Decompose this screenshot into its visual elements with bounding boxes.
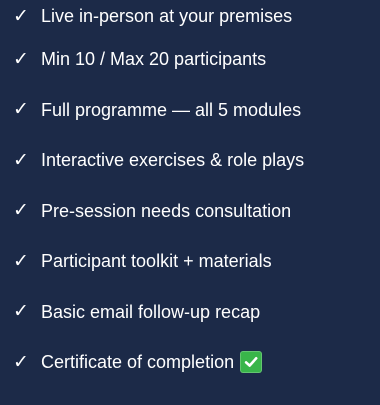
checkmark-icon: ✓ (13, 249, 29, 272)
feature-panel: ✓ Live in-person at your premises ✓ Min … (0, 0, 380, 405)
feature-label: Interactive exercises & role plays (41, 150, 305, 171)
feature-item-email-follow-up: ✓ Basic email follow-up recap (9, 287, 380, 338)
feature-item-live-in-person: ✓ Live in-person at your premises (9, 0, 380, 34)
green-checkbox-icon (240, 351, 263, 374)
feature-label: Certificate of completion (41, 352, 235, 373)
feature-label: Pre-session needs consultation (41, 200, 292, 221)
checkmark-icon: ✓ (13, 300, 29, 323)
checkmark-icon: ✓ (13, 350, 29, 373)
checkmark-icon: ✓ (13, 199, 29, 222)
checkmark-icon: ✓ (13, 5, 29, 27)
checkmark-icon: ✓ (13, 47, 29, 70)
feature-label: Full programme — all 5 modules (41, 99, 302, 120)
feature-item-needs-consultation: ✓ Pre-session needs consultation (9, 186, 380, 237)
feature-label: Live in-person at your premises (41, 6, 293, 26)
feature-label: Participant toolkit + materials (41, 251, 272, 272)
feature-label: Basic email follow-up recap (41, 301, 261, 322)
feature-item-full-programme: ✓ Full programme — all 5 modules (9, 85, 380, 136)
checkmark-icon: ✓ (13, 148, 29, 171)
feature-item-interactive-exercises: ✓ Interactive exercises & role plays (9, 135, 380, 186)
feature-item-certificate: ✓ Certificate of completion (9, 337, 380, 388)
feature-label: Min 10 / Max 20 participants (41, 49, 267, 70)
checkmark-icon: ✓ (13, 98, 29, 121)
feature-item-participants: ✓ Min 10 / Max 20 participants (9, 34, 380, 85)
feature-item-toolkit-materials: ✓ Participant toolkit + materials (9, 236, 380, 287)
feature-list: ✓ Live in-person at your premises ✓ Min … (9, 0, 380, 388)
